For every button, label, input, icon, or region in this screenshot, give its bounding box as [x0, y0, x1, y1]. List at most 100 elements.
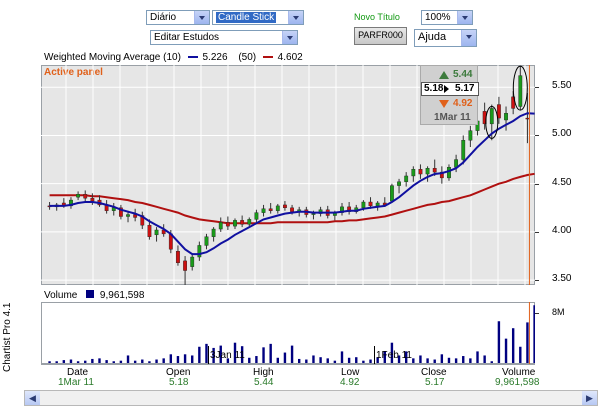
volume-bar	[262, 347, 265, 363]
candle-body	[425, 168, 430, 175]
chart-type-select-value: Candle Stick	[216, 12, 277, 23]
candle-body	[468, 130, 473, 141]
volume-bar	[183, 354, 187, 363]
wma50-label: (50)	[238, 52, 257, 63]
price-tick-label: 5.00	[552, 128, 572, 140]
volume-bar	[141, 359, 144, 363]
candle-body	[432, 168, 437, 173]
candle-body	[254, 212, 259, 220]
date-label-2: 1Feb 11	[376, 350, 412, 361]
volume-label: Volume	[44, 290, 78, 301]
info-low-value: 4.92	[340, 377, 360, 388]
volume-bar	[497, 321, 501, 363]
volume-bar	[504, 338, 508, 363]
candle-body	[290, 207, 294, 212]
candle-body	[375, 202, 380, 207]
candle-body	[525, 117, 530, 120]
scroll-right-icon[interactable]: ▶	[582, 391, 597, 405]
wma10-swatch	[187, 56, 198, 59]
chevron-down-icon[interactable]	[457, 11, 472, 24]
volume-bar	[148, 361, 151, 363]
study-legend: Weighted Moving Average (10) 5.226 (50) …	[44, 52, 303, 63]
chevron-down-icon[interactable]	[288, 11, 303, 24]
candle-body	[461, 140, 466, 160]
help-select[interactable]: Ajuda	[414, 29, 477, 47]
info-high-value: 5.44	[254, 377, 274, 388]
candle-body	[283, 204, 287, 209]
edit-studies-select[interactable]: Editar Estudos	[150, 30, 298, 45]
wma50-value: 4.602	[277, 52, 303, 63]
chevron-down-icon[interactable]	[282, 31, 297, 44]
edit-studies-select-value: Editar Estudos	[154, 32, 220, 43]
candle-body	[154, 229, 159, 236]
volume-bar	[447, 357, 451, 363]
volume-bar	[333, 360, 337, 363]
volume-bar	[55, 361, 58, 363]
volume-bar	[340, 351, 344, 363]
volume-bar	[162, 358, 165, 363]
symbol-button[interactable]: PARFR000	[354, 27, 407, 45]
volume-panel[interactable]	[41, 302, 535, 364]
volume-bar	[469, 358, 472, 363]
candle-body	[204, 236, 209, 246]
volume-bar	[119, 360, 123, 363]
price-tick-mark	[535, 135, 539, 137]
candle-body	[83, 194, 88, 199]
price-tick-label: 4.00	[552, 224, 572, 236]
volume-bar	[276, 357, 280, 363]
period-select[interactable]: Diário	[146, 10, 210, 25]
volume-bar	[362, 360, 365, 363]
candle-body	[368, 201, 373, 207]
volume-bar	[126, 355, 130, 363]
price-tick-label: 4.50	[552, 176, 572, 188]
info-date-value: 1Mar 11	[58, 377, 94, 388]
candle-body	[489, 108, 494, 125]
date-tick-2	[374, 346, 375, 364]
candle-body	[311, 213, 316, 215]
price-tick-label: 3.50	[552, 273, 572, 285]
help-select-value: Ajuda	[418, 31, 447, 43]
info-close-value: 5.17	[425, 377, 445, 388]
volume-bar	[326, 358, 329, 363]
candle-body	[218, 222, 223, 230]
candle-body	[190, 256, 195, 267]
price-tick-mark	[535, 280, 539, 282]
chart-type-select[interactable]: Candle Stick	[212, 10, 304, 25]
price-tick-mark	[535, 183, 539, 185]
volume-bar	[519, 346, 522, 363]
date-label-1: 3Jan 11	[210, 350, 245, 361]
zoom-select[interactable]: 100%	[421, 10, 473, 25]
popup-low: 4.92	[453, 98, 473, 109]
volume-bar	[98, 358, 101, 363]
price-popup: 5.44 5.18 5.17 4.92 1Mar 11	[420, 65, 479, 125]
volume-bar	[62, 360, 66, 363]
volume-axis-label: 8M	[552, 307, 565, 317]
chevron-down-icon[interactable]	[461, 30, 476, 46]
volume-bar	[112, 361, 115, 363]
volume-bar	[305, 359, 308, 363]
volume-bar	[169, 354, 173, 363]
candle-body	[275, 205, 280, 211]
volume-swatch	[86, 290, 95, 298]
candle-body	[176, 251, 180, 264]
chevron-down-icon[interactable]	[194, 11, 209, 24]
volume-bar	[76, 361, 80, 363]
candle-body	[126, 214, 130, 217]
price-tick-mark	[535, 87, 539, 89]
study-label: Weighted Moving Average (10)	[44, 52, 181, 63]
candle-body	[233, 220, 237, 227]
volume-bar	[191, 355, 194, 363]
scroll-left-icon[interactable]: ◀	[25, 391, 40, 405]
volume-bar	[198, 346, 201, 363]
volume-bar	[105, 360, 108, 363]
volume-bar	[426, 358, 429, 363]
candle-body	[225, 222, 230, 227]
candle-body	[518, 75, 523, 107]
low-arrow-icon	[439, 100, 449, 108]
candle-body	[183, 260, 187, 271]
candle-body	[361, 201, 366, 209]
new-title-link[interactable]: Novo Título	[354, 12, 400, 22]
horizontal-scrollbar[interactable]: ◀ ▶	[24, 390, 598, 406]
info-open-value: 5.18	[169, 377, 189, 388]
volume-bar	[412, 358, 415, 363]
